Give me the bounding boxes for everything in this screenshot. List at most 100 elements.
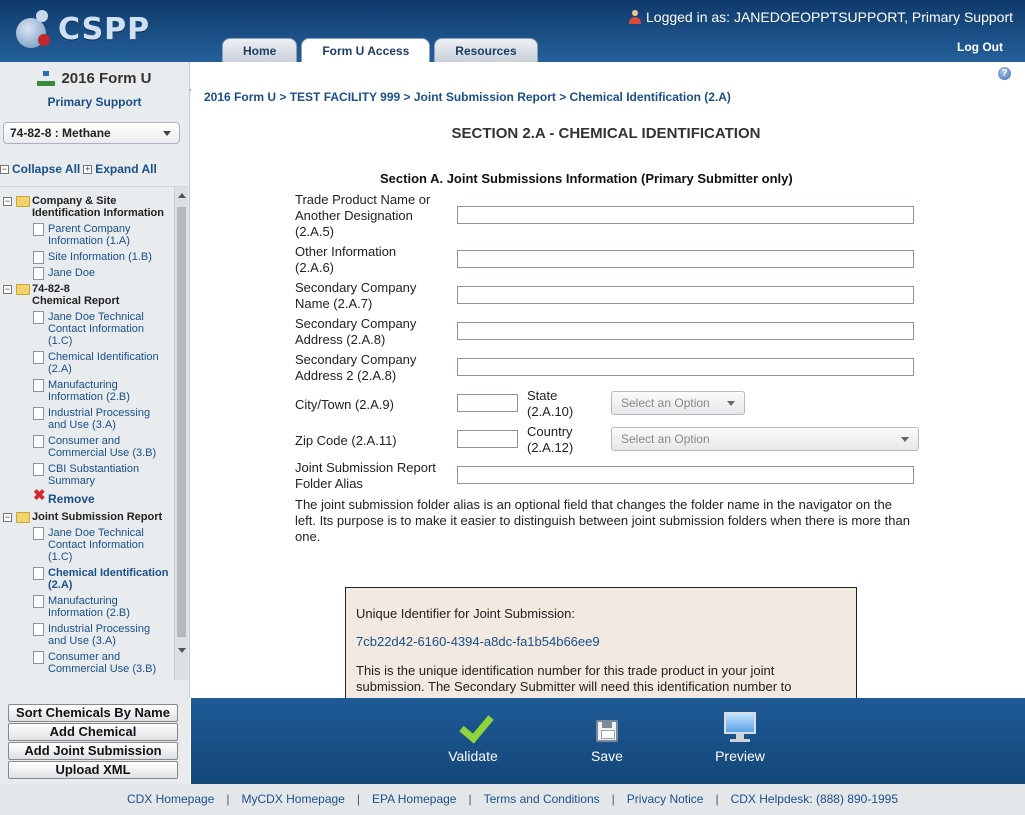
footer: CDX Homepage | MyCDX Homepage | EPA Homepage… (0, 784, 1025, 815)
footer-epa-homepage[interactable]: EPA Homepage (372, 792, 457, 806)
tree-item-consumer-commercial[interactable]: Consumer and Commercial Use (3.B) (48, 435, 163, 459)
remove-link[interactable]: Remove (48, 493, 95, 505)
folder-icon (16, 512, 30, 523)
collapse-node-icon[interactable]: − (3, 197, 12, 206)
sort-chemicals-button[interactable]: Sort Chemicals By Name (8, 704, 178, 722)
other-info-input[interactable] (457, 250, 914, 268)
document-icon (33, 251, 44, 264)
validate-button[interactable]: Validate (446, 710, 500, 764)
unique-identifier-box: Unique Identifier for Joint Submission: … (345, 587, 857, 698)
footer-mycdx-homepage[interactable]: MyCDX Homepage (241, 792, 344, 806)
scroll-down-icon[interactable] (178, 648, 186, 653)
user-icon (628, 10, 642, 24)
folder-icon (16, 284, 30, 295)
footer-cdx-homepage[interactable]: CDX Homepage (127, 792, 214, 806)
tree-group-company-site[interactable]: Company & Site Identification Informatio… (32, 195, 172, 219)
scroll-thumb[interactable] (177, 207, 186, 637)
tab-form-u-access[interactable]: Form U Access (301, 38, 431, 62)
uid-description: This is the unique identification number… (356, 663, 792, 694)
footer-helpdesk[interactable]: CDX Helpdesk: (888) 890-1995 (731, 792, 898, 806)
sidebar-actions: Sort Chemicals By Name Add Chemical Add … (0, 698, 190, 784)
checkmark-icon (458, 712, 488, 742)
cspp-logo[interactable]: CSPP (12, 8, 150, 50)
tab-resources[interactable]: Resources (434, 38, 538, 62)
expand-icon: + (83, 163, 93, 174)
breadcrumb[interactable]: 2016 Form U > TEST FACILITY 999 > Joint … (204, 90, 731, 104)
city-input[interactable] (457, 394, 518, 412)
tree-item-js-technical-contact[interactable]: Jane Doe Technical Contact Information (… (48, 527, 148, 563)
tree-group-chemical-report[interactable]: Chemical Report (32, 295, 119, 307)
logo-text: CSPP (58, 11, 151, 47)
tree-item-parent-company[interactable]: Parent Company Information (1.A) (48, 223, 148, 247)
zip-label: Zip Code (2.A.11) (295, 433, 397, 448)
preview-button[interactable]: Preview (713, 710, 767, 764)
document-icon (33, 267, 44, 280)
footer-terms[interactable]: Terms and Conditions (484, 792, 600, 806)
validate-label: Validate (448, 748, 498, 764)
document-icon (33, 623, 44, 636)
secondary-company-input[interactable] (457, 286, 914, 304)
add-joint-submission-button[interactable]: Add Joint Submission (8, 742, 178, 760)
tree-controls: − Collapse All + Expand All (0, 162, 157, 176)
sidebar-title: 2016 Form U (0, 70, 189, 87)
uid-label: Unique Identifier for Joint Submission: (356, 606, 575, 621)
state-label: State (2.A.10) (527, 388, 574, 419)
chemical-select[interactable]: 74-82-8 : Methane (3, 122, 180, 144)
document-icon (33, 351, 44, 364)
sidebar-title-text: 2016 Form U (61, 70, 152, 87)
folder-alias-label: Joint Submission Report Folder Alias (295, 460, 436, 491)
tree-scrollbar[interactable] (174, 187, 188, 680)
collapse-all-link[interactable]: Collapse All (12, 162, 80, 176)
uid-value: 7cb22d42-6160-4394-a8dc-fa1b54b66ee9 (356, 634, 600, 649)
document-icon (33, 567, 44, 580)
secondary-address2-input[interactable] (457, 358, 914, 376)
state-select[interactable]: Select an Option (611, 391, 745, 415)
expand-all-link[interactable]: Expand All (95, 162, 157, 176)
save-button[interactable]: Save (587, 710, 627, 764)
main-tabs: Home Form U Access Resources (222, 38, 538, 62)
country-select[interactable]: Select an Option (611, 427, 919, 451)
city-label: City/Town (2.A.9) (295, 397, 394, 412)
navigator-sidebar: 2016 Form U Primary Support 74-82-8 : Me… (0, 62, 190, 698)
chevron-down-icon (901, 437, 909, 442)
tree-item-technical-contact[interactable]: Jane Doe Technical Contact Information (… (48, 311, 148, 347)
zip-input[interactable] (457, 430, 518, 448)
tree-item-cbi-substantiation[interactable]: CBI Substantiation Summary (48, 463, 148, 487)
tree-group-joint-submission[interactable]: Joint Submission Report (32, 511, 162, 523)
document-icon (33, 651, 44, 664)
tree-item-chemical-identification[interactable]: Chemical Identification (2.A) (48, 351, 163, 375)
chevron-down-icon (163, 131, 171, 136)
other-info-label: Other Information (2.A.6) (295, 244, 397, 275)
document-icon (33, 463, 44, 476)
footer-privacy[interactable]: Privacy Notice (627, 792, 704, 806)
logout-link[interactable]: Log Out (957, 40, 1003, 54)
upload-xml-button[interactable]: Upload XML (8, 761, 178, 779)
country-label: Country (2.A.12) (527, 424, 574, 455)
tree-group-cas-number[interactable]: 74-82-8 (32, 283, 70, 295)
tree-item-site-information[interactable]: Site Information (1.B) (48, 251, 152, 263)
trade-name-input[interactable] (457, 206, 914, 224)
tree-item-manufacturing[interactable]: Manufacturing Information (2.B) (48, 379, 148, 403)
document-icon (33, 527, 44, 540)
page-title: SECTION 2.A - CHEMICAL IDENTIFICATION (451, 125, 761, 142)
collapse-node-icon[interactable]: − (3, 285, 12, 294)
help-icon[interactable]: ? (998, 67, 1011, 80)
main-content: ? 2016 Form U > TEST FACILITY 999 > Join… (191, 62, 1025, 698)
monitor-icon (724, 712, 756, 742)
secondary-address-label: Secondary Company Address (2.A.8) (295, 316, 417, 347)
tree-item-jane-doe[interactable]: Jane Doe (48, 267, 95, 279)
tree-item-industrial-processing[interactable]: Industrial Processing and Use (3.A) (48, 407, 158, 431)
state-select-value: Select an Option (621, 396, 710, 410)
navigator-tree: − Company & Site Identification Informat… (0, 186, 188, 680)
tree-item-js-manufacturing[interactable]: Manufacturing Information (2.B) (48, 595, 148, 619)
logged-in-info: Logged in as: JANEDOEOPPTSUPPORT, Primar… (628, 9, 1013, 25)
tree-item-js-chemical-identification[interactable]: Chemical Identification (2.A) (48, 567, 173, 591)
secondary-address-input[interactable] (457, 322, 914, 340)
scroll-up-icon[interactable] (178, 193, 186, 198)
collapse-node-icon[interactable]: − (3, 513, 12, 522)
folder-alias-input[interactable] (457, 466, 914, 484)
add-chemical-button[interactable]: Add Chemical (8, 723, 178, 741)
tree-item-js-consumer-commercial[interactable]: Consumer and Commercial Use (3.B) (48, 651, 163, 675)
tree-item-js-industrial-processing[interactable]: Industrial Processing and Use (3.A) (48, 623, 158, 647)
tab-home[interactable]: Home (222, 38, 298, 62)
